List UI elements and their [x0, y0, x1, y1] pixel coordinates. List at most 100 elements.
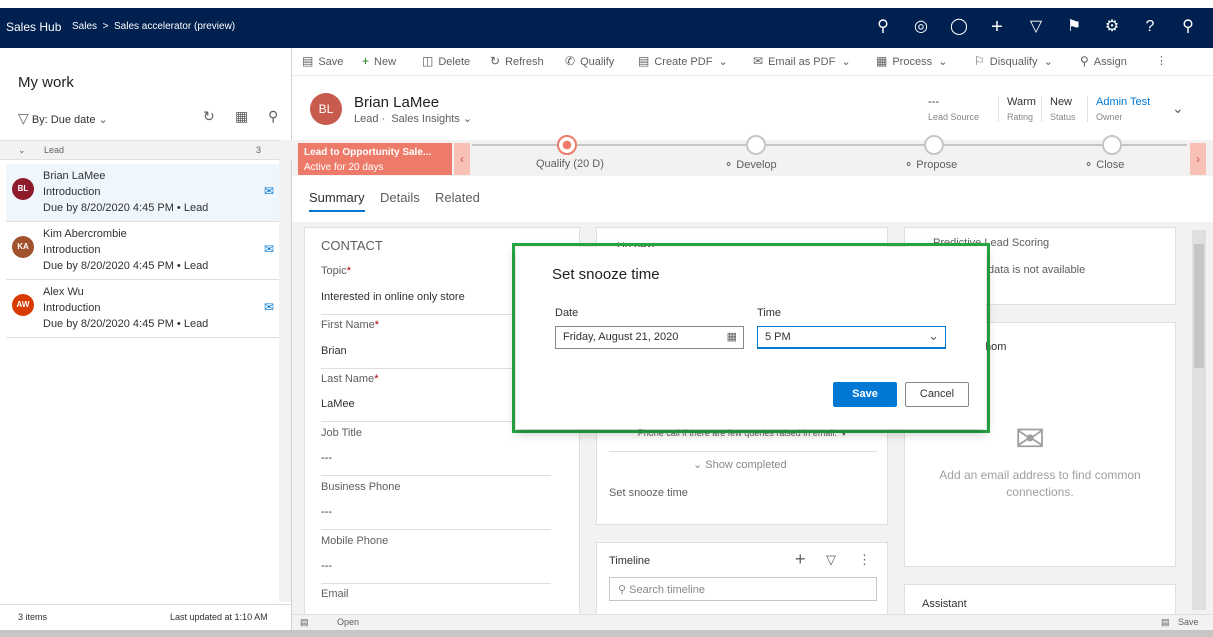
item-due: Due by 8/20/2020 4:45 PM • Lead [43, 318, 209, 330]
more-icon[interactable]: ⋮ [858, 552, 871, 568]
help-icon[interactable]: ? [1139, 16, 1161, 38]
chevron-down-icon[interactable]: ⌄ [719, 56, 728, 68]
field-label: Rating [1007, 112, 1034, 122]
tab-related[interactable]: Related [435, 190, 480, 205]
email-icon[interactable]: ✉ [264, 184, 274, 198]
search-icon[interactable]: ⚲ [268, 108, 278, 125]
assistant-section: Assistant [904, 584, 1176, 614]
save-icon[interactable]: ▤ [1161, 617, 1170, 628]
filter-icon[interactable]: ▽ [826, 552, 836, 568]
group-header-lead[interactable]: ⌄ Lead 3 [0, 140, 292, 160]
field-value: --- [928, 96, 939, 108]
assign-button[interactable]: ⚲ Assign [1080, 54, 1127, 68]
refresh-button[interactable]: ↻ Refresh [490, 54, 544, 68]
status-save[interactable]: Save [1178, 617, 1199, 627]
plus-icon[interactable]: + [795, 549, 806, 570]
field-label: Owner [1096, 112, 1123, 122]
job-title-field[interactable]: --- [321, 452, 332, 464]
chevron-down-icon[interactable]: ⌄ [938, 56, 947, 68]
cancel-button[interactable]: Cancel [905, 382, 969, 407]
chevron-down-icon[interactable]: ⌄ [841, 56, 850, 68]
stage-close[interactable]: ⚬ Close [1082, 135, 1192, 176]
pane-footer: 3 items Last updated at 1:10 AM [0, 604, 292, 630]
process-button[interactable]: ▦ Process ⌄ [876, 54, 947, 68]
target-icon[interactable]: ◎ [910, 16, 932, 38]
dialog-title: Set snooze time [552, 266, 660, 283]
first-name-field[interactable]: Brian [321, 345, 347, 357]
last-name-field[interactable]: LaMee [321, 398, 355, 410]
lightbulb-icon[interactable]: ◯ [948, 16, 970, 38]
user-icon[interactable]: ⚲ [1177, 16, 1199, 38]
delete-button[interactable]: ◫ Delete [422, 54, 470, 68]
disqualify-button[interactable]: ⚐ Disqualify ⌄ [974, 54, 1053, 68]
email-icon[interactable]: ✉ [264, 242, 274, 256]
scrollbar-thumb[interactable] [1194, 244, 1204, 368]
item-subject: Introduction [43, 244, 101, 256]
topic-field[interactable]: Interested in online only store [321, 291, 465, 303]
calendar-icon[interactable]: ▦ [727, 330, 737, 343]
stage-propose[interactable]: ⚬ Propose [902, 135, 1012, 176]
taskbar-strip [0, 630, 1213, 637]
date-picker-field[interactable]: Friday, August 21, 2020 ▦ [555, 326, 744, 349]
stage-develop[interactable]: ⚬ Develop [722, 135, 832, 176]
process-active-duration: Active for 20 days [304, 162, 384, 173]
list-item[interactable]: BL Brian LaMee Introduction Due by 8/20/… [6, 164, 284, 222]
stage-label-wrap: ⚬ Develop [724, 158, 777, 171]
email-pdf-label: Email as PDF [768, 56, 836, 68]
chevron-right-icon[interactable]: › [1190, 143, 1206, 175]
more-commands-icon[interactable]: ⋮ [1156, 54, 1167, 67]
show-completed-label: Show completed [705, 459, 787, 471]
gear-icon[interactable]: ⚙ [1101, 16, 1123, 38]
group-label: Lead [44, 145, 65, 155]
list-item[interactable]: AW Alex Wu Introduction Due by 8/20/2020… [6, 280, 284, 338]
app-name[interactable]: Sales Hub [6, 20, 61, 34]
header-field-owner[interactable]: Admin Test Owner [1087, 96, 1150, 122]
field-label: Lead Source [928, 112, 980, 122]
item-subject: Introduction [43, 302, 101, 314]
form-selector[interactable]: Sales Insights ⌄ [391, 113, 472, 125]
list-item[interactable]: KA Kim Abercrombie Introduction Due by 8… [6, 222, 284, 280]
plus-icon[interactable]: + [986, 16, 1008, 38]
breadcrumb: Sales > Sales accelerator (preview) [72, 21, 235, 32]
process-title[interactable]: Lead to Opportunity Sale... Active for 2… [298, 143, 452, 175]
show-completed-button[interactable]: ⌄ Show completed [693, 458, 787, 471]
timeline-search-input[interactable]: ⚲ Search timeline [609, 577, 877, 601]
scrollbar[interactable] [279, 140, 291, 602]
assistant-icon[interactable]: ⚑ [1063, 16, 1085, 38]
section-title: CONTACT [321, 238, 383, 253]
chevron-down-icon[interactable]: ⌄ [1044, 56, 1053, 68]
calendar-icon[interactable]: ▦ [235, 108, 248, 125]
new-button[interactable]: + New [362, 54, 396, 68]
business-phone-field[interactable]: --- [321, 506, 332, 518]
tab-details[interactable]: Details [380, 190, 420, 205]
who-text: Add an email address to find common conn… [939, 468, 1141, 499]
group-count: 3 [256, 145, 262, 155]
tab-summary[interactable]: Summary [309, 190, 365, 212]
divider [321, 475, 551, 476]
time-value: 5 PM [765, 331, 791, 343]
stage-qualify[interactable]: Qualify (20 D) [532, 135, 642, 176]
breadcrumb-page[interactable]: Sales accelerator (preview) [114, 21, 235, 32]
chevron-down-icon[interactable]: ⌄ [1172, 100, 1184, 117]
search-icon[interactable]: ⚲ [872, 16, 894, 38]
mobile-phone-field[interactable]: --- [321, 560, 332, 572]
save-button[interactable]: ▤ Save [302, 54, 343, 68]
email-as-pdf-button[interactable]: ✉ Email as PDF ⌄ [753, 54, 851, 68]
record-header: BL Brian LaMee Lead · Sales Insights ⌄ -… [292, 76, 1213, 140]
sort-dropdown[interactable]: ▽ By: Due date ⌄ [18, 110, 108, 127]
scrollbar[interactable] [1192, 230, 1206, 610]
filter-icon[interactable]: ▽ [1025, 16, 1047, 38]
qualify-button[interactable]: ✆ Qualify [565, 54, 614, 68]
time-select[interactable]: 5 PM ⌄ [757, 326, 946, 349]
item-due: Due by 8/20/2020 4:45 PM • Lead [43, 260, 209, 272]
create-pdf-button[interactable]: ▤ Create PDF ⌄ [638, 54, 728, 68]
entity-name: Lead [354, 113, 379, 125]
chevron-left-icon[interactable]: ‹ [454, 143, 470, 175]
plus-icon: + [362, 54, 370, 68]
open-in-new-icon[interactable]: ▤ [300, 617, 309, 628]
save-button[interactable]: Save [833, 382, 897, 407]
field-label-topic: Topic* [321, 265, 351, 277]
breadcrumb-area[interactable]: Sales [72, 21, 97, 32]
refresh-icon[interactable]: ↻ [203, 108, 215, 125]
email-icon[interactable]: ✉ [264, 300, 274, 314]
